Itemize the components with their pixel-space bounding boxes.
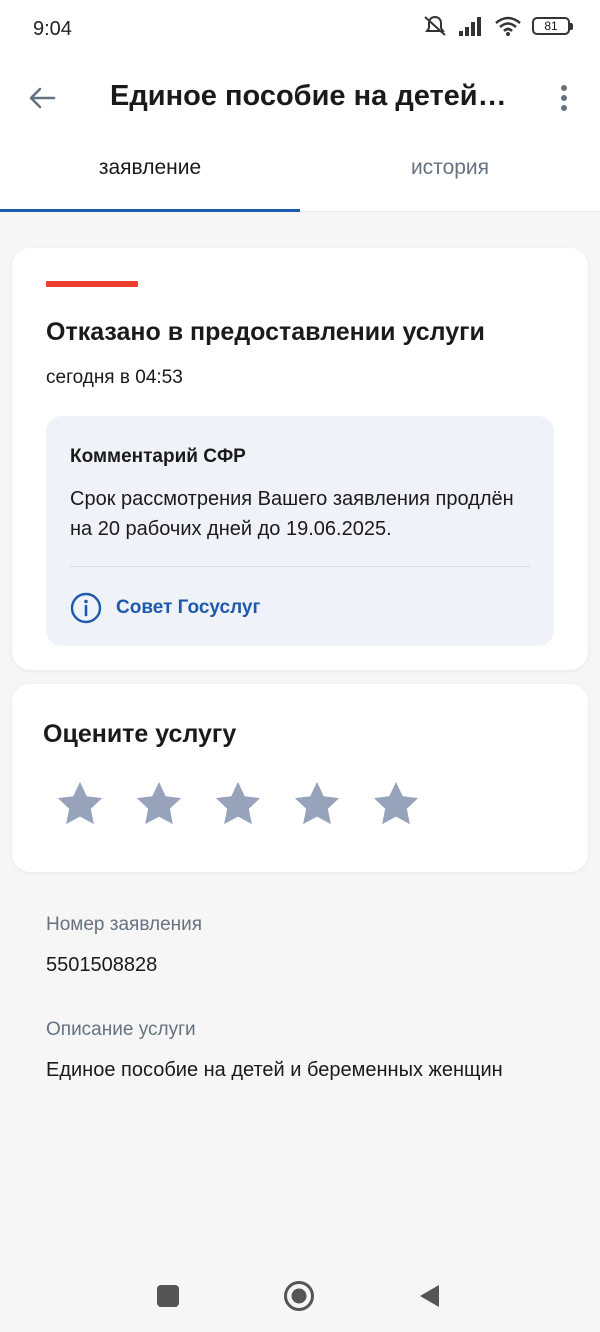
status-accent-line — [46, 281, 138, 287]
comment-divider — [70, 566, 530, 567]
info-icon — [70, 592, 102, 624]
status-icons: 81 — [422, 14, 573, 38]
square-icon — [157, 1285, 179, 1307]
home-circle-icon — [284, 1281, 314, 1311]
star-icon[interactable] — [291, 778, 343, 830]
signal-icon — [459, 17, 481, 36]
status-bar: 9:04 81 — [0, 0, 600, 60]
star-icon[interactable] — [133, 778, 185, 830]
tab-application-label: заявление — [98, 156, 202, 179]
advice-link[interactable]: Совет Госуслуг — [70, 592, 260, 624]
tab-application[interactable]: заявление — [0, 132, 300, 212]
star-icon[interactable] — [370, 778, 422, 830]
battery-level: 81 — [544, 19, 558, 33]
rating-stars — [54, 778, 422, 830]
comment-box: Комментарий СФР Срок рассмотрения Вашего… — [46, 416, 554, 646]
more-vert-icon — [561, 85, 567, 111]
rating-card: Оцените услугу — [12, 684, 588, 872]
wifi-icon — [495, 16, 521, 36]
back-arrow-icon — [29, 87, 56, 109]
star-icon[interactable] — [212, 778, 264, 830]
star-icon[interactable] — [54, 778, 106, 830]
tab-history[interactable]: история — [300, 132, 600, 212]
advice-label: Совет Госуслуг — [116, 597, 261, 618]
comment-text: Срок рассмотрения Вашего заявления продл… — [70, 488, 514, 540]
more-menu-button[interactable] — [548, 78, 580, 118]
application-number-label: Номер заявления — [46, 914, 203, 935]
recents-button[interactable] — [146, 1274, 190, 1318]
status-card: Отказано в предоставлении услуги сегодня… — [12, 248, 588, 670]
service-description-value: Единое пособие на детей и беременных жен… — [46, 1059, 503, 1081]
service-description-label: Описание услуги — [46, 1019, 196, 1040]
application-number-value: 5501508828 — [46, 954, 158, 976]
status-time: 9:04 — [33, 18, 72, 40]
status-date: сегодня в 04:53 — [46, 367, 183, 388]
back-button[interactable] — [22, 78, 62, 118]
tab-bar: заявление история — [0, 132, 600, 212]
tab-active-indicator — [0, 209, 300, 212]
back-nav-button[interactable] — [407, 1274, 451, 1318]
app-bar: Единое пособие на детей и беременных жен… — [0, 60, 600, 132]
page-title: Единое пособие на детей и беременных жен… — [110, 80, 510, 112]
home-button[interactable] — [277, 1274, 321, 1318]
comment-title: Комментарий СФР — [70, 446, 246, 467]
triangle-back-icon — [420, 1285, 439, 1307]
tab-history-label: история — [410, 156, 490, 179]
rating-title: Оцените услугу — [43, 720, 237, 748]
status-title: Отказано в предоставлении услуги — [46, 318, 485, 346]
mute-icon — [424, 15, 446, 36]
system-nav-bar — [0, 1262, 600, 1332]
battery-icon: 81 — [532, 17, 573, 35]
